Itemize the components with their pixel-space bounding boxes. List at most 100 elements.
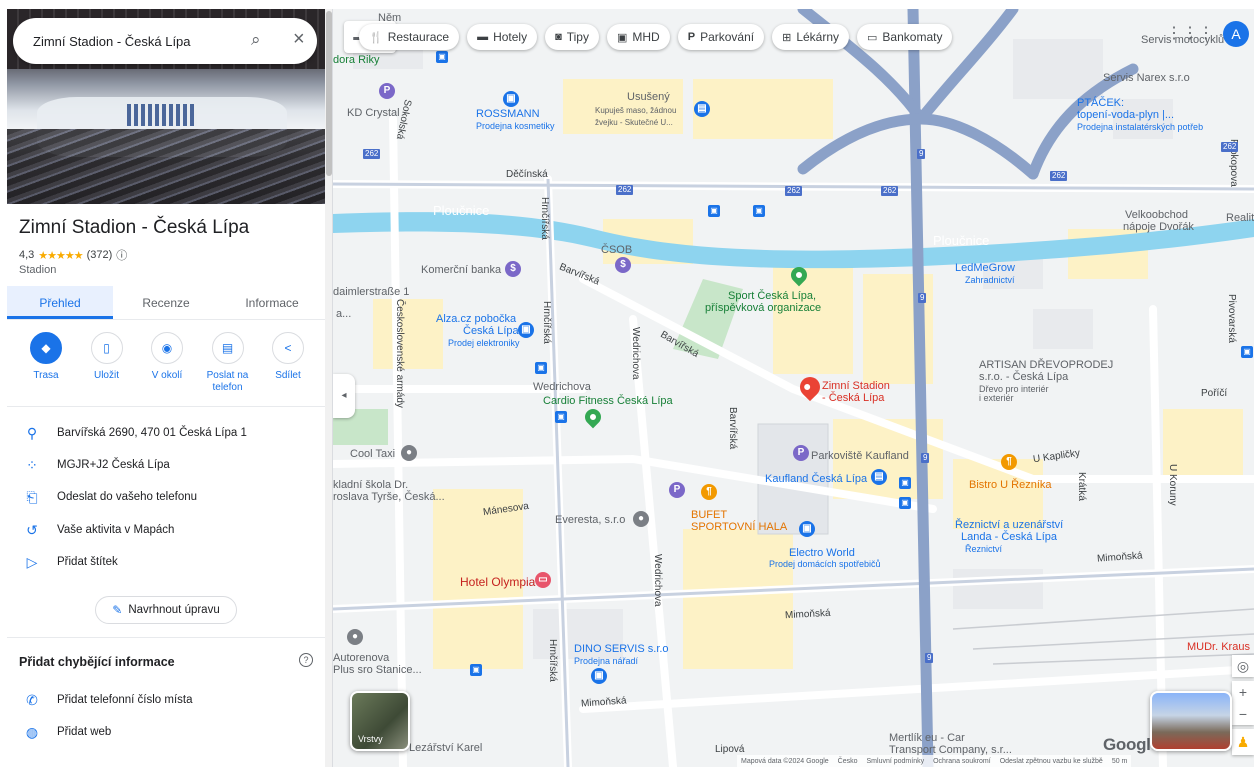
business-icon-2[interactable]: ●: [347, 629, 363, 645]
add-label-row[interactable]: ▷ Přidat štítek: [7, 546, 325, 578]
poi-label-reznictvi: Řeznictví a uzenářství: [955, 519, 1064, 531]
chip-label: Restaurace: [387, 30, 450, 44]
chip-restaurace[interactable]: 🍴 Restaurace: [359, 24, 460, 50]
restaurant-icon-3[interactable]: ¶: [701, 484, 717, 500]
action-buttons: ◆ Trasa ▯ Uložit ◉ V okolí ▤ Poslat na t…: [19, 332, 315, 394]
close-icon[interactable]: ×: [293, 28, 305, 51]
cart-icon-2[interactable]: ▤: [871, 469, 887, 485]
scrollbar-thumb[interactable]: [326, 11, 332, 176]
hotel-icon-2[interactable]: ▭: [535, 572, 551, 588]
poi-sub-ptacek: Prodejna instalatérských potřeb: [1077, 122, 1204, 132]
poi-sub-artisan-2: i exteriér: [979, 393, 1014, 403]
action-label: Uložit: [93, 370, 119, 381]
bus-stop-icon-6[interactable]: ▣: [899, 477, 911, 489]
map-canvas[interactable]: Ploučnice Ploučnice Děčínská Hrnčířská H…: [333, 9, 1254, 767]
missing-info-title: Přidat chybějící informace: [19, 655, 175, 669]
suggest-edit-button[interactable]: ✎ Navrhnout úpravu: [95, 596, 237, 624]
chip-mhd[interactable]: ▣ MHD: [606, 24, 670, 50]
poi-label-alza-2: Česká Lípa: [463, 325, 519, 337]
pegman-icon[interactable]: ♟: [1232, 729, 1254, 755]
poi-label-daimler: daimlerstraße 1: [333, 286, 410, 298]
search-icon[interactable]: ⌕: [251, 30, 261, 50]
add-phone-row[interactable]: ✆ Přidat telefonní číslo místa: [7, 684, 325, 716]
poi-sub-ususeny: Kupuješ maso, žádnou žvejku - Skutečné U…: [595, 106, 677, 127]
taxi-icon[interactable]: ●: [401, 445, 417, 461]
poi-label-autorenova: Autorenova: [333, 652, 390, 664]
bank-icon-2[interactable]: $: [505, 261, 521, 277]
collapse-panel-button[interactable]: ◂: [333, 374, 355, 418]
plus-code-row[interactable]: ⁘ MGJR+J2 Česká Lípa: [7, 449, 325, 481]
shopping-icon[interactable]: ▣: [503, 91, 519, 107]
bus-stop-icon[interactable]: ▣: [436, 51, 448, 63]
bus-stop-icon-2[interactable]: ▣: [708, 205, 720, 217]
place-tabs: Přehled Recenze Informace: [7, 286, 325, 320]
restaurant-icon-2[interactable]: ¶: [1001, 454, 1017, 470]
bus-stop-icon-8[interactable]: ▣: [470, 664, 482, 676]
bus-stop-icon-9[interactable]: ▣: [1241, 346, 1253, 358]
street-view-thumbnail[interactable]: [1150, 691, 1232, 751]
poi-label-reznictvi-2: Landa - Česká Lípa: [961, 531, 1058, 543]
history-icon: ↺: [26, 521, 38, 538]
poi-label-komercni: Komerční banka: [421, 264, 502, 276]
send-to-phone-button[interactable]: ▤ Poslat na telefon: [201, 332, 255, 394]
tab-reviews[interactable]: Recenze: [113, 286, 219, 319]
footer-terms[interactable]: Smluvní podmínky: [867, 758, 925, 765]
business-icon[interactable]: ●: [633, 511, 649, 527]
poi-label-ususeny: Usušený: [627, 91, 670, 103]
chip-hotely[interactable]: ▬ Hotely: [467, 24, 538, 50]
chip-lekarny[interactable]: ⊞ Lékárny: [772, 24, 850, 50]
send-to-phone-row[interactable]: ⎗ Odeslat do vašeho telefonu: [7, 481, 325, 513]
street-pivovarska: Pivovarská: [1226, 294, 1237, 343]
footer-privacy[interactable]: Ochrana soukromí: [933, 758, 991, 765]
zoom-in-button[interactable]: +: [1232, 681, 1254, 703]
shopping-icon-2[interactable]: ▣: [799, 521, 815, 537]
bus-stop-icon-4[interactable]: ▣: [535, 362, 547, 374]
chip-tipy[interactable]: ◙ Tipy: [545, 24, 599, 50]
footer-country[interactable]: Česko: [838, 758, 858, 765]
cart-icon[interactable]: ▤: [694, 101, 710, 117]
bus-stop-icon-7[interactable]: ▣: [899, 497, 911, 509]
tab-overview[interactable]: Přehled: [7, 286, 113, 319]
help-icon[interactable]: ?: [299, 653, 313, 667]
review-count[interactable]: (372): [87, 249, 113, 261]
chip-bankomaty[interactable]: ▭ Bankomaty: [857, 24, 953, 50]
river-label: Ploučnice: [433, 203, 490, 218]
zoom-out-button[interactable]: −: [1232, 703, 1254, 725]
poi-label-kd-crystal: KD Crystal: [347, 107, 400, 119]
nearby-button[interactable]: ◉ V okolí: [140, 332, 194, 394]
parking-icon-2[interactable]: P: [793, 445, 809, 461]
add-website-row[interactable]: ◍ Přidat web: [7, 716, 325, 748]
search-input[interactable]: [33, 31, 233, 51]
bank-icon[interactable]: $: [615, 257, 631, 273]
camera-icon: ◙: [555, 31, 562, 43]
poi-label-mudr: MUDr. Kraus: [1187, 641, 1250, 653]
poi-label-dora-riky: dora Riky: [333, 54, 380, 66]
shopping-icon-3[interactable]: ▣: [591, 668, 607, 684]
directions-button[interactable]: ◆ Trasa: [19, 332, 73, 394]
my-location-button[interactable]: ◎: [1232, 655, 1254, 677]
footer-scale[interactable]: 50 m: [1112, 758, 1128, 765]
parking-icon-3[interactable]: P: [669, 482, 685, 498]
share-button[interactable]: < Sdílet: [261, 332, 315, 394]
electronics-icon[interactable]: ▣: [518, 322, 534, 338]
info-icon[interactable]: ⓘ: [116, 247, 127, 263]
street-hrncirska-3: Hrnčířská: [547, 639, 558, 682]
apps-grid-icon[interactable]: ⋮⋮⋮: [1166, 23, 1214, 43]
parking-icon[interactable]: P: [379, 83, 395, 99]
layers-button[interactable]: Vrstvy: [350, 691, 410, 751]
tab-about[interactable]: Informace: [219, 286, 325, 319]
address-row[interactable]: ⚲ Barvířská 2690, 470 01 Česká Lípa 1: [7, 417, 325, 449]
poi-label-alza: Alza.cz pobočka: [436, 313, 517, 325]
chip-label: Tipy: [566, 30, 589, 44]
bus-stop-icon-5[interactable]: ▣: [555, 411, 567, 423]
footer-copyright: Mapová data ©2024 Google: [741, 757, 829, 765]
bus-stop-icon-3[interactable]: ▣: [753, 205, 765, 217]
panel-scrollbar[interactable]: [325, 9, 332, 767]
activity-row[interactable]: ↺ Vaše aktivita v Mapách: [7, 514, 325, 546]
footer-feedback[interactable]: Odeslat zpětnou vazbu ke službě: [1000, 758, 1103, 765]
chip-parkovani[interactable]: P Parkování: [677, 24, 765, 50]
place-category[interactable]: Stadion: [19, 264, 56, 276]
save-button[interactable]: ▯ Uložit: [80, 332, 134, 394]
river-label-2: Ploučnice: [933, 233, 990, 248]
account-avatar[interactable]: A: [1223, 21, 1249, 47]
